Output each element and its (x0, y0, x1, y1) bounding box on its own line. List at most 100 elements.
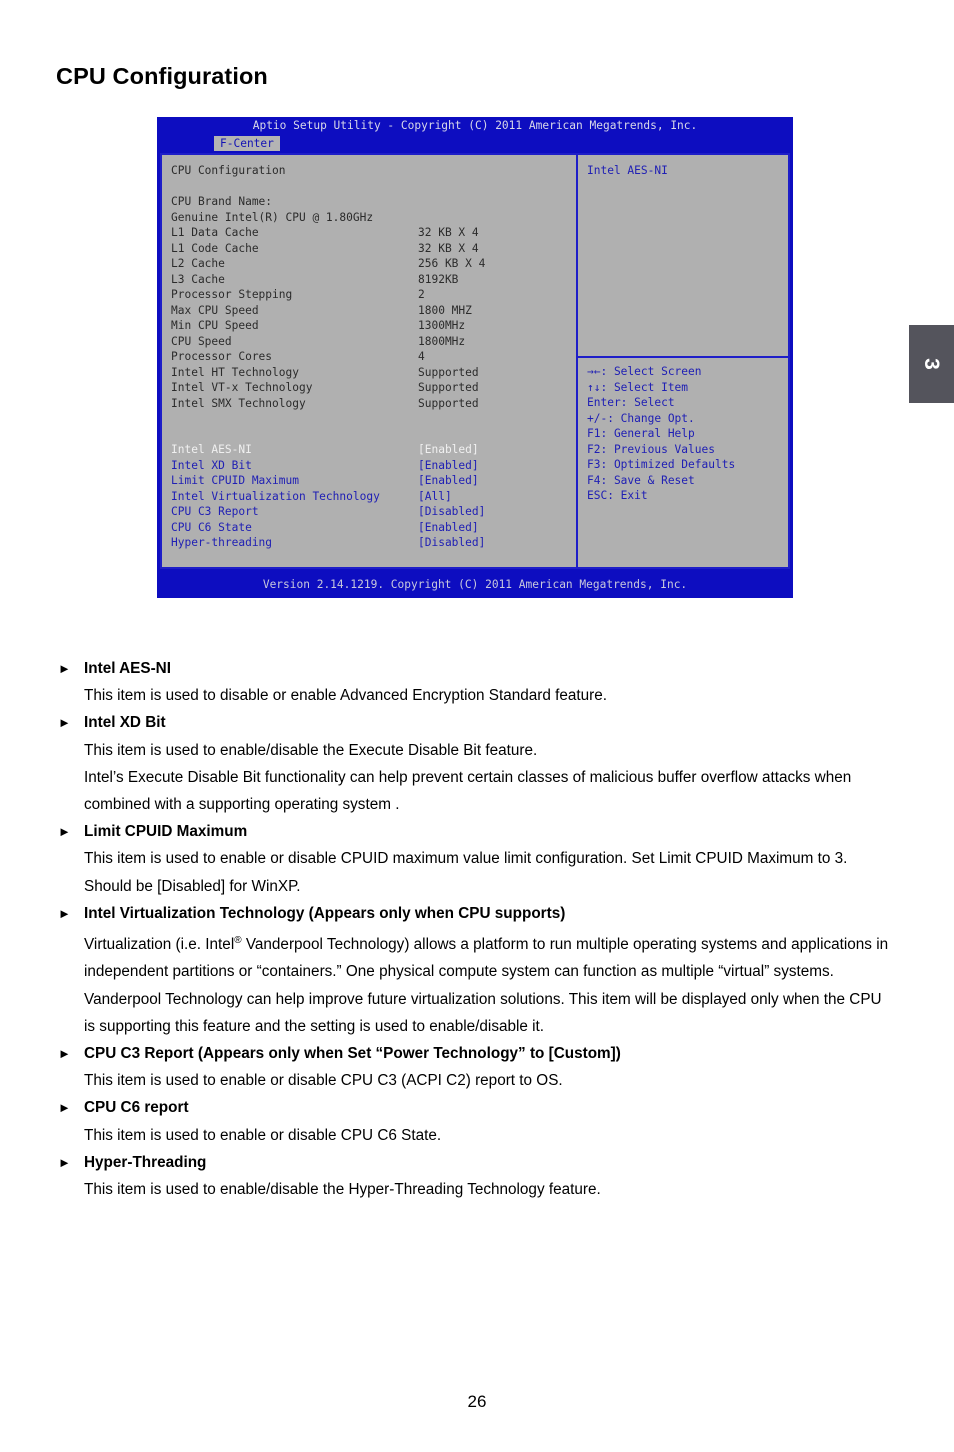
bios-info-label: L1 Code Cache (171, 241, 259, 255)
bios-info-value: 1800 MHZ (418, 303, 472, 317)
bios-info-label: Intel HT Technology (171, 365, 299, 379)
bullet-arrow-icon: ► (58, 715, 71, 731)
doc-entry-heading: ► Intel Virtualization Technology (Appear… (58, 900, 954, 927)
bios-info-value: 1300MHz (418, 319, 466, 332)
chapter-tab-label: 3 (920, 358, 943, 370)
bios-help-key: Enter: Select (587, 396, 675, 409)
doc-entry-body: This item is used to disable or enable A… (84, 682, 894, 709)
bullet-arrow-icon: ► (58, 1100, 71, 1116)
bios-footer: Version 2.14.1219. Copyright (C) 2011 Am… (262, 578, 688, 591)
bios-info-value: Supported (418, 365, 479, 379)
doc-entry-heading-text: Intel AES-NI (84, 660, 171, 677)
doc-entry-heading-text: Limit CPUID Maximum (84, 823, 248, 841)
doc-paragraph: This item is used to enable or disable C… (84, 1126, 442, 1144)
doc-paragraph: This item is used to enable or disable C… (84, 850, 848, 895)
doc-entry-heading: ► Intel XD Bit (58, 709, 954, 736)
bios-brand-label: CPU Brand Name: (171, 195, 273, 208)
bios-info-label: L1 Data Cache (171, 226, 259, 239)
bios-info-value: 8192KB (418, 272, 459, 286)
bios-info-label: Max CPU Speed (171, 303, 259, 317)
bios-setting-label[interactable]: Intel XD Bit (171, 458, 252, 474)
doc-entry-heading-text: CPU C6 report (84, 1099, 189, 1117)
doc-paragraph: This item is used to enable/disable the … (84, 1180, 601, 1198)
bios-info-label: Processor Cores (171, 350, 273, 363)
bios-setup-window: Aptio Setup Utility - Copyright (C) 2011… (157, 117, 793, 598)
doc-paragraph: Intel’s Execute Disable Bit functionalit… (84, 768, 852, 814)
doc-entry: ► Hyper-Threading This item is used to ena… (0, 1149, 954, 1203)
doc-entry-body: This item is used to enable or disable C… (84, 1067, 894, 1094)
doc-paragraph: This item is used to enable or disable C… (84, 1072, 563, 1090)
bios-setting-value[interactable]: [Enabled] (418, 520, 479, 536)
document-body: ► Intel AES-NI This item is used to disabl… (0, 655, 954, 1203)
doc-paragraph: This item is used to disable or enable A… (84, 687, 607, 705)
bios-info-value: Supported (418, 396, 479, 410)
doc-entry-heading: ► Limit CPUID Maximum (58, 818, 954, 845)
doc-entry-heading-text: Intel Virtualization Technology (Appears… (84, 904, 566, 922)
bios-info-value: 32 KB X 4 (418, 226, 479, 239)
bios-info-value: 2 (418, 288, 425, 301)
chapter-tab: 3 (909, 325, 954, 403)
bios-help-key: ↑↓: Select Item (587, 380, 689, 394)
doc-entry-heading: ► Hyper-Threading (58, 1149, 954, 1176)
bios-setting-value[interactable]: [Disabled] (418, 535, 485, 551)
doc-entry: ► Intel AES-NI This item is used to disabl… (0, 655, 954, 709)
bios-info-label: Intel VT-x Technology (171, 381, 313, 394)
bios-help-key: F3: Optimized Defaults (587, 458, 736, 471)
bios-body: CPU Configuration CPU Brand Name: Genuin… (160, 153, 790, 569)
bios-section-heading: CPU Configuration (171, 164, 286, 177)
bios-setting-value[interactable]: [Enabled] (418, 473, 479, 489)
doc-entry: ► Intel Virtualization Technology (Appear… (0, 900, 954, 1040)
doc-entry-heading-text: Hyper-Threading (84, 1153, 207, 1171)
bullet-arrow-icon: ► (58, 661, 71, 676)
bios-menu-tabbar: F-Center (157, 135, 793, 152)
bios-setting-label[interactable]: CPU C3 Report (171, 504, 259, 520)
doc-entry: ► CPU C3 Report (Appears only when Set “P… (0, 1040, 954, 1094)
bios-tab-f-center[interactable]: F-Center (214, 136, 280, 151)
bios-setting-value[interactable]: [All] (418, 489, 452, 505)
bios-setting-value[interactable]: [Enabled] (418, 458, 479, 474)
doc-entry: ► CPU C6 report This item is used to enabl… (0, 1094, 954, 1148)
bios-info-label: Min CPU Speed (171, 319, 259, 332)
page-title: CPU Configuration (56, 63, 268, 89)
bios-help-key: ESC: Exit (587, 489, 648, 502)
bullet-arrow-icon: ► (58, 1045, 71, 1061)
bios-info-value: 1800MHz (418, 334, 466, 348)
page-number: 26 (467, 1392, 487, 1411)
bios-setting-label[interactable]: Intel AES-NI (171, 442, 252, 458)
bios-setting-label[interactable]: Limit CPUID Maximum (171, 473, 299, 489)
bios-info-label: L3 Cache (171, 272, 225, 286)
doc-entry-body: This item is used to enable/disable the … (84, 1176, 894, 1203)
bios-help-key: →←: Select Screen (587, 365, 702, 378)
bios-help-divider (578, 356, 788, 358)
doc-entry: ► Limit CPUID Maximum This item is used to… (0, 818, 954, 900)
bios-setting-value[interactable]: [Disabled] (418, 504, 485, 520)
bios-info-label: Processor Stepping (171, 288, 293, 301)
bios-info-label: Intel SMX Technology (171, 396, 306, 410)
bullet-arrow-icon: ► (58, 1154, 71, 1170)
doc-entry: ► Intel XD Bit This item is used to enable… (0, 709, 954, 818)
bios-help-key: +/-: Change Opt. (587, 411, 695, 425)
doc-entry-heading: ► CPU C3 Report (Appears only when Set “P… (58, 1040, 954, 1067)
bullet-arrow-icon: ► (58, 905, 71, 921)
doc-paragraph: Virtualization (i.e. Intel® Vanderpool T… (84, 935, 889, 1035)
doc-entry-body: This item is used to enable or disable C… (84, 1122, 894, 1149)
bios-titlebar: Aptio Setup Utility - Copyright (C) 2011… (252, 119, 698, 132)
doc-entry-heading: ► Intel AES-NI (58, 655, 954, 682)
bios-settings-panel: CPU Configuration CPU Brand Name: Genuin… (162, 155, 576, 567)
bios-setting-value[interactable]: [Enabled] (418, 442, 479, 458)
bios-brand-value: Genuine Intel(R) CPU @ 1.80GHz (171, 210, 374, 224)
bios-help-key: F4: Save & Reset (587, 473, 695, 487)
doc-entry-heading: ► CPU C6 report (58, 1094, 954, 1121)
bios-help-key: F1: General Help (587, 427, 695, 440)
bios-setting-label[interactable]: Hyper-threading (171, 535, 272, 551)
bios-setting-label[interactable]: CPU C6 State (171, 520, 252, 536)
bios-info-label: CPU Speed (171, 334, 232, 348)
bios-setting-label[interactable]: Intel Virtualization Technology (171, 489, 380, 505)
doc-paragraph: This item is used to enable/disable the … (84, 741, 538, 759)
bios-info-value: 32 KB X 4 (418, 241, 479, 255)
bios-help-title: Intel AES-NI (587, 164, 668, 177)
doc-entry-body: This item is used to enable or disable C… (84, 845, 894, 899)
bios-help-panel: Intel AES-NI →←: Select Screen ↑↓: Select… (576, 155, 788, 567)
bios-help-key: F2: Previous Values (587, 442, 715, 456)
doc-entry-heading-text: CPU C3 Report (Appears only when Set “Po… (84, 1044, 621, 1062)
